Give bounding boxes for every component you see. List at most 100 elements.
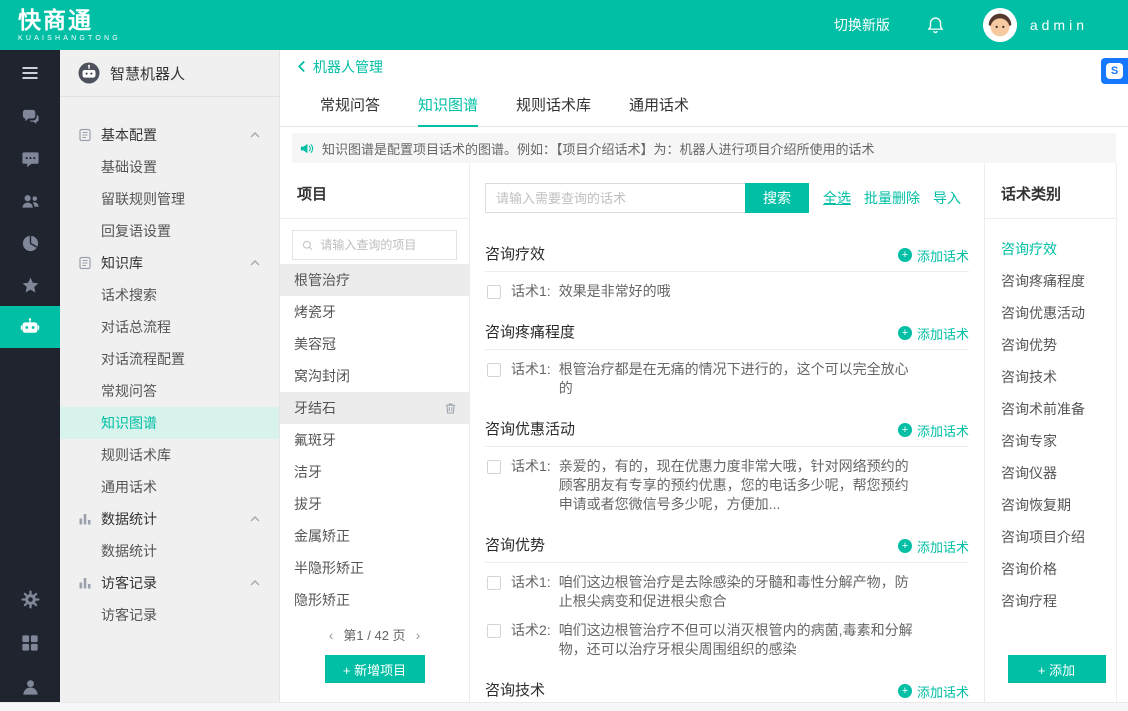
category-item[interactable]: 咨询疗效 [985,233,1128,265]
category-item[interactable]: 咨询优惠活动 [985,297,1128,329]
project-item[interactable]: 烤瓷牙 [280,296,469,328]
tab[interactable]: 通用话术 [629,83,689,126]
toolbar-links: 全选 批量删除 导入 [823,188,961,208]
add-category-button[interactable]: + 添加 [1008,655,1106,683]
avatar[interactable] [983,8,1017,42]
rail-statistics-button[interactable] [0,222,60,264]
sidebar-group-header[interactable]: 知识库 [60,247,279,279]
import-link[interactable]: 导入 [933,188,961,208]
project-item[interactable]: 牙结石 [280,392,469,424]
project-item[interactable]: 洁牙 [280,456,469,488]
project-item[interactable]: 根管治疗 [280,264,469,296]
category-item[interactable]: 咨询专家 [985,425,1128,457]
sidebar-item[interactable]: 知识图谱 [60,407,279,439]
bell-icon[interactable] [926,16,945,35]
settings-icon [21,590,40,609]
project-search-input[interactable] [320,238,447,252]
script-checkbox[interactable] [487,363,501,377]
sidebar-item[interactable]: 数据统计 [60,535,279,567]
category-item[interactable]: 咨询恢复期 [985,489,1128,521]
category-item[interactable]: 咨询价格 [985,553,1128,585]
script-row: 话术1: 亲爱的，有的，现在优惠力度非常大哦，针对网络预约的顾客朋友有专享的预约… [485,457,969,514]
category-item[interactable]: 咨询优势 [985,329,1128,361]
sidebar-item[interactable]: 对话总流程 [60,311,279,343]
sidebar-item[interactable]: 对话流程配置 [60,343,279,375]
script-row: 话术2: 咱们这边根管治疗不但可以消灭根管内的病菌,毒素和分解物，还可以治疗牙根… [485,621,969,659]
project-label: 隐形矫正 [294,590,350,610]
sidebar-item[interactable]: 常规问答 [60,375,279,407]
project-item[interactable]: 隐形矫正 [280,584,469,616]
tab[interactable]: 知识图谱 [418,83,478,126]
script-row-text: 咱们这边根管治疗是去除感染的牙髓和毒性分解产物，防止根尖病变和促进根尖愈合 [559,573,915,611]
sidebar-group-header[interactable]: 基本配置 [60,119,279,151]
favorites-icon [21,276,40,295]
project-item[interactable]: 金属矫正 [280,520,469,552]
project-item[interactable]: 半隐形矫正 [280,552,469,584]
category-item[interactable]: 咨询术前准备 [985,393,1128,425]
add-script-link[interactable]: + 添加话术 [898,682,969,701]
project-list: 根管治疗 烤瓷牙 美容冠 窝沟封闭 牙结石 氟斑牙 洁牙 拔牙 金属矫正 半隐形… [280,264,469,616]
script-row-label: 话术1: [511,457,551,476]
category-item[interactable]: 咨询疼痛程度 [985,265,1128,297]
category-item[interactable]: 咨询疗程 [985,585,1128,617]
script-row-text: 亲爱的，有的，现在优惠力度非常大哦，针对网络预约的顾客朋友有专享的预约优惠，您的… [559,457,915,514]
sidebar-group-header[interactable]: 数据统计 [60,503,279,535]
breadcrumb-label[interactable]: 机器人管理 [313,57,383,77]
project-item[interactable]: 氟斑牙 [280,424,469,456]
sidebar-item[interactable]: 规则话术库 [60,439,279,471]
rail-contacts-button[interactable] [0,180,60,222]
category-item[interactable]: 咨询项目介绍 [985,521,1128,553]
script-checkbox[interactable] [487,460,501,474]
category-item[interactable]: 咨询技术 [985,361,1128,393]
sidebar-item[interactable]: 话术搜索 [60,279,279,311]
sidebar-group-header[interactable]: 访客记录 [60,567,279,599]
project-item[interactable]: 拔牙 [280,488,469,520]
rail-robot-button[interactable] [0,306,60,348]
select-all-link[interactable]: 全选 [823,188,851,208]
breadcrumb[interactable]: 机器人管理 [280,50,1128,83]
page-next-icon[interactable]: › [416,627,421,643]
trash-icon[interactable] [444,402,457,415]
script-checkbox[interactable] [487,624,501,638]
add-script-link[interactable]: + 添加话术 [898,324,969,343]
page-prev-icon[interactable]: ‹ [329,627,334,643]
document-icon [78,256,92,270]
sidebar-item[interactable]: 留联规则管理 [60,183,279,215]
search-button[interactable]: 搜索 [745,183,809,213]
add-project-button[interactable]: + 新增项目 [325,655,425,683]
username: admin [1030,17,1088,33]
horizontal-scrollbar[interactable] [0,702,1128,711]
switch-version-link[interactable]: 切换新版 [834,15,890,35]
project-label: 烤瓷牙 [294,302,336,322]
vertical-scrollbar[interactable] [1116,163,1128,702]
project-item[interactable]: 美容冠 [280,328,469,360]
rail-apps-button[interactable] [0,621,60,665]
floating-service-widget[interactable]: S [1101,58,1128,84]
script-search-input[interactable] [485,183,745,213]
rail-settings-button[interactable] [0,577,60,621]
project-item[interactable]: 窝沟封闭 [280,360,469,392]
rail-favorites-button[interactable] [0,264,60,306]
sidebar-item[interactable]: 基础设置 [60,151,279,183]
add-script-link[interactable]: + 添加话术 [898,537,969,556]
icon-rail [0,50,60,711]
add-script-link[interactable]: + 添加话术 [898,421,969,440]
script-section: 咨询疗效 + 添加话术 话术1: 效果是非常好的哦 [485,245,969,301]
message-icon [21,150,40,169]
tab[interactable]: 规则话术库 [516,83,591,126]
sidebar-item[interactable]: 回复语设置 [60,215,279,247]
sidebar-item[interactable]: 通用话术 [60,471,279,503]
batch-delete-link[interactable]: 批量删除 [864,188,920,208]
sidebar-title: 智慧机器人 [110,63,185,84]
rail-menu-button[interactable] [0,50,60,96]
sidebar: 智慧机器人 基本配置 基础设置 留联规则管理 回复语设置 知识库 话术搜索 对话… [60,50,280,711]
script-checkbox[interactable] [487,285,501,299]
tab[interactable]: 常规问答 [320,83,380,126]
script-checkbox[interactable] [487,576,501,590]
sidebar-item[interactable]: 访客记录 [60,599,279,631]
rail-conversations-button[interactable] [0,96,60,138]
category-item[interactable]: 咨询仪器 [985,457,1128,489]
rail-message-button[interactable] [0,138,60,180]
apps-icon [21,634,39,652]
add-script-link[interactable]: + 添加话术 [898,246,969,265]
